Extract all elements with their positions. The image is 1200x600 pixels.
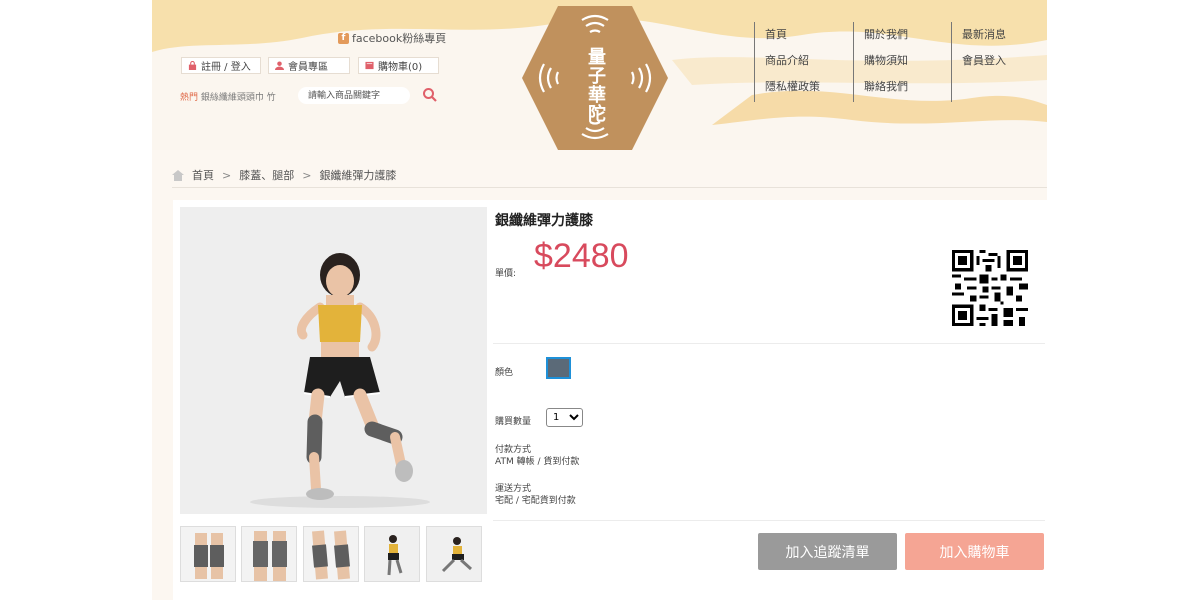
lock-icon — [188, 61, 197, 70]
thumbnail-image — [181, 527, 235, 581]
breadcrumb-home[interactable]: 首頁 — [192, 167, 214, 183]
cart-icon — [365, 61, 374, 70]
divider — [493, 520, 1045, 521]
cart-button[interactable]: 購物車(0) — [358, 57, 439, 74]
facebook-icon: f — [338, 32, 349, 44]
user-icon — [275, 61, 284, 70]
member-button[interactable]: 會員專區 — [268, 57, 350, 74]
thumbnail-4[interactable] — [364, 526, 420, 582]
add-to-tracking-button[interactable]: 加入追蹤清單 — [758, 533, 897, 570]
quantity-select[interactable]: 1 2 3 4 5 — [546, 408, 583, 427]
divider — [493, 343, 1045, 344]
hot-label: 熱門 — [180, 93, 199, 103]
breadcrumb-separator: > — [222, 168, 232, 182]
quantity-label: 購買數量 — [495, 417, 532, 427]
shipping-label: 運送方式 — [495, 484, 532, 494]
thumbnail-image — [304, 527, 358, 581]
header: f facebook粉絲專頁 註冊 / 登入 會員專區 購物車(0) 熱門 銀絲… — [152, 0, 1047, 150]
nav-item-member-login[interactable]: 會員登入 — [962, 48, 1006, 74]
price-label: 單價: — [495, 269, 517, 279]
product-price: $2480 — [534, 237, 629, 275]
hot-keyword-link[interactable]: 銀絲纖維頭頭巾 竹 — [201, 93, 276, 103]
search-icon[interactable] — [422, 87, 438, 103]
nav-column-1: 首頁 商品介紹 隱私權政策 — [754, 22, 820, 102]
thumbnail-5[interactable] — [426, 526, 482, 582]
thumbnail-image — [427, 527, 481, 581]
product-photo — [180, 207, 487, 514]
logo-text-line-1: 量子 — [588, 47, 606, 87]
product-main-image[interactable] — [180, 207, 487, 514]
nav-item-about[interactable]: 關於我們 — [864, 22, 908, 48]
login-label: 註冊 / 登入 — [201, 62, 251, 73]
search-input[interactable] — [298, 87, 410, 104]
nav-item-products[interactable]: 商品介紹 — [765, 48, 820, 74]
shipping-value: 宅配 / 宅配貨到付款 — [495, 496, 576, 506]
logo-text-line-2: 華陀 — [588, 85, 606, 125]
breadcrumb-current: 銀纖維彈力護膝 — [319, 169, 397, 182]
divider — [172, 187, 1047, 188]
facebook-link[interactable]: f facebook粉絲專頁 — [338, 30, 446, 46]
payment-label: 付款方式 — [495, 445, 532, 455]
site-container: f facebook粉絲專頁 註冊 / 登入 會員專區 購物車(0) 熱門 銀絲… — [152, 0, 1047, 600]
shipping-info: 運送方式 宅配 / 宅配貨到付款 — [495, 483, 576, 507]
thumbnail-image — [242, 527, 296, 581]
logo-text: 量子 華陀 — [582, 48, 612, 124]
login-button[interactable]: 註冊 / 登入 — [181, 57, 261, 74]
product-title: 銀纖維彈力護膝 — [495, 213, 593, 229]
nav-item-shopping-guide[interactable]: 購物須知 — [864, 48, 908, 74]
nav-item-privacy[interactable]: 隱私權政策 — [765, 74, 820, 100]
thumbnail-1[interactable] — [180, 526, 236, 582]
nav-column-3: 最新消息 會員登入 — [951, 22, 1006, 102]
color-label: 顏色 — [495, 368, 514, 378]
nav-item-contact[interactable]: 聯絡我們 — [864, 74, 908, 100]
nav-column-2: 關於我們 購物須知 聯絡我們 — [853, 22, 908, 102]
nav-item-home[interactable]: 首頁 — [765, 22, 820, 48]
cart-label: 購物車(0) — [378, 62, 423, 73]
thumbnail-image — [365, 527, 419, 581]
thumbnail-3[interactable] — [303, 526, 359, 582]
color-swatch[interactable] — [546, 357, 571, 379]
payment-info: 付款方式 ATM 轉帳 / 貨到付款 — [495, 444, 579, 468]
breadcrumb-category[interactable]: 膝蓋、腿部 — [239, 167, 294, 183]
breadcrumb-separator: > — [302, 168, 312, 182]
member-label: 會員專區 — [288, 62, 328, 73]
facebook-label: facebook粉絲專頁 — [352, 32, 447, 45]
breadcrumb: 首頁 > 膝蓋、腿部 > 銀纖維彈力護膝 — [172, 167, 396, 183]
thumbnail-2[interactable] — [241, 526, 297, 582]
payment-value: ATM 轉帳 / 貨到付款 — [495, 457, 580, 467]
nav-item-news[interactable]: 最新消息 — [962, 22, 1006, 48]
add-to-cart-button[interactable]: 加入購物車 — [905, 533, 1044, 570]
qr-code — [952, 250, 1028, 326]
hot-keywords: 熱門 銀絲纖維頭頭巾 竹 — [180, 90, 276, 103]
home-icon — [172, 169, 184, 181]
